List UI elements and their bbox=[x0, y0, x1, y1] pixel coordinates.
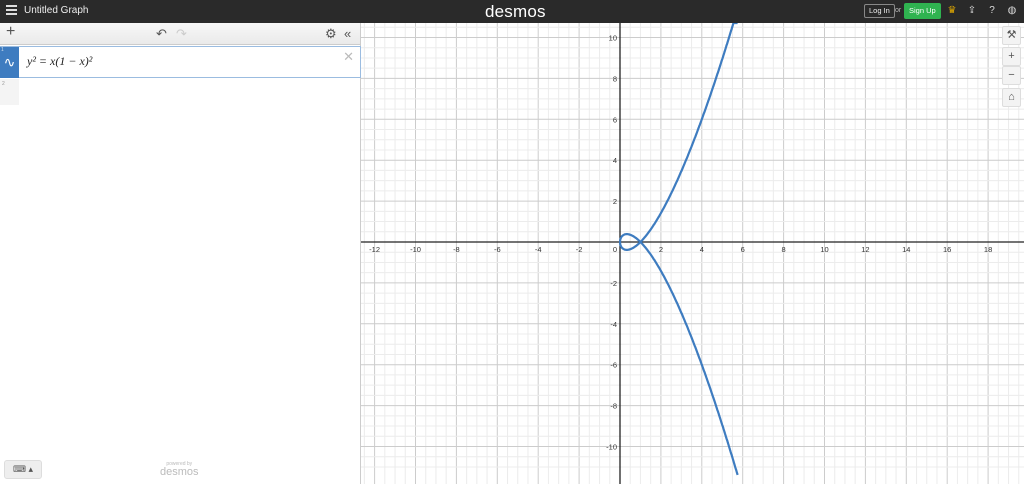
y-tick-label: -8 bbox=[610, 402, 617, 411]
or-text: or bbox=[895, 7, 902, 14]
graph-title[interactable]: Untitled Graph bbox=[24, 5, 88, 16]
y-tick-label: 8 bbox=[613, 74, 617, 83]
x-tick-label: 10 bbox=[820, 245, 828, 254]
expression-item[interactable]: ∿ 1 y² = x(1 − x)² ✕ bbox=[0, 46, 361, 78]
menu-icon[interactable] bbox=[6, 5, 17, 17]
zoom-in-button[interactable]: + bbox=[1002, 47, 1021, 66]
graph-canvas[interactable]: -12 -10 -8 -6 -4 -2 2 4 6 8 10 12 14 16 18 -10 -8 -6 -4 -2 2… bbox=[361, 23, 1024, 484]
x-tick-label: -4 bbox=[535, 245, 542, 254]
curve-y2-eq-x-1-minus-x-squared bbox=[618, 23, 739, 476]
y-tick-label: 6 bbox=[613, 115, 617, 124]
graph-svg[interactable]: -12 -10 -8 -6 -4 -2 2 4 6 8 10 12 14 16 18 -10 -8 -6 -4 -2 2… bbox=[361, 23, 1024, 484]
redo-button[interactable]: ↷ bbox=[176, 26, 187, 41]
expression-toolbar: + ↶ ↷ ⚙ « bbox=[0, 23, 360, 45]
x-tick-label: 16 bbox=[943, 245, 951, 254]
y-tick-label: -10 bbox=[606, 443, 617, 452]
delete-expression-icon[interactable]: ✕ bbox=[343, 49, 354, 64]
x-tick-label: 12 bbox=[861, 245, 869, 254]
x-tick-label: -8 bbox=[453, 245, 460, 254]
x-tick-label: 2 bbox=[659, 245, 663, 254]
desmos-logo: desmos bbox=[485, 2, 546, 21]
y-tick-label: 2 bbox=[613, 197, 617, 206]
y-tick-label: 10 bbox=[609, 34, 617, 43]
expression-panel: + ↶ ↷ ⚙ « ∿ 1 y² = x(1 − x)² ✕ 2 ⌨ ▴ pow… bbox=[0, 23, 361, 484]
x-tick-label: -2 bbox=[576, 245, 583, 254]
y-tick-label: -4 bbox=[610, 320, 617, 329]
expression-input[interactable]: y² = x(1 − x)² bbox=[27, 54, 92, 69]
x-tick-label: 6 bbox=[741, 245, 745, 254]
x-tick-label: 8 bbox=[782, 245, 786, 254]
y-tick-label: -2 bbox=[610, 279, 617, 288]
undo-button[interactable]: ↶ bbox=[156, 26, 167, 41]
expression-index: 1 bbox=[1, 47, 4, 53]
trophy-icon[interactable]: ♛ bbox=[946, 5, 958, 17]
add-expression-button[interactable]: + bbox=[6, 24, 15, 40]
zoom-out-button[interactable]: − bbox=[1002, 66, 1021, 85]
powered-by-desmos: powered by desmos bbox=[160, 461, 199, 478]
login-button[interactable]: Log In bbox=[864, 4, 895, 18]
powered-brand: desmos bbox=[160, 466, 199, 478]
expression-item-empty[interactable]: 2 bbox=[0, 79, 19, 105]
origin-label: 0 bbox=[613, 245, 617, 254]
y-tick-label: 4 bbox=[613, 156, 617, 165]
wrench-icon[interactable]: ⚒ bbox=[1002, 26, 1021, 45]
expression-index: 2 bbox=[2, 81, 5, 87]
keyboard-toggle-button[interactable]: ⌨ ▴ bbox=[4, 460, 42, 479]
globe-icon[interactable]: ◍ bbox=[1006, 5, 1018, 17]
help-icon[interactable]: ? bbox=[986, 5, 998, 17]
x-tick-label: 14 bbox=[902, 245, 910, 254]
share-icon[interactable]: ⇪ bbox=[966, 5, 978, 17]
signup-button[interactable]: Sign Up bbox=[904, 3, 941, 19]
settings-gear-icon[interactable]: ⚙ bbox=[325, 26, 337, 41]
x-tick-label: -6 bbox=[494, 245, 501, 254]
x-tick-label: -12 bbox=[369, 245, 380, 254]
x-tick-label: 18 bbox=[984, 245, 992, 254]
y-tick-label: -6 bbox=[610, 361, 617, 370]
x-tick-label: -10 bbox=[410, 245, 421, 254]
x-tick-label: 4 bbox=[700, 245, 704, 254]
collapse-panel-button[interactable]: « bbox=[344, 26, 351, 41]
top-bar: Untitled Graph desmos Log In or Sign Up … bbox=[0, 0, 1024, 23]
home-icon[interactable]: ⌂ bbox=[1002, 88, 1021, 107]
